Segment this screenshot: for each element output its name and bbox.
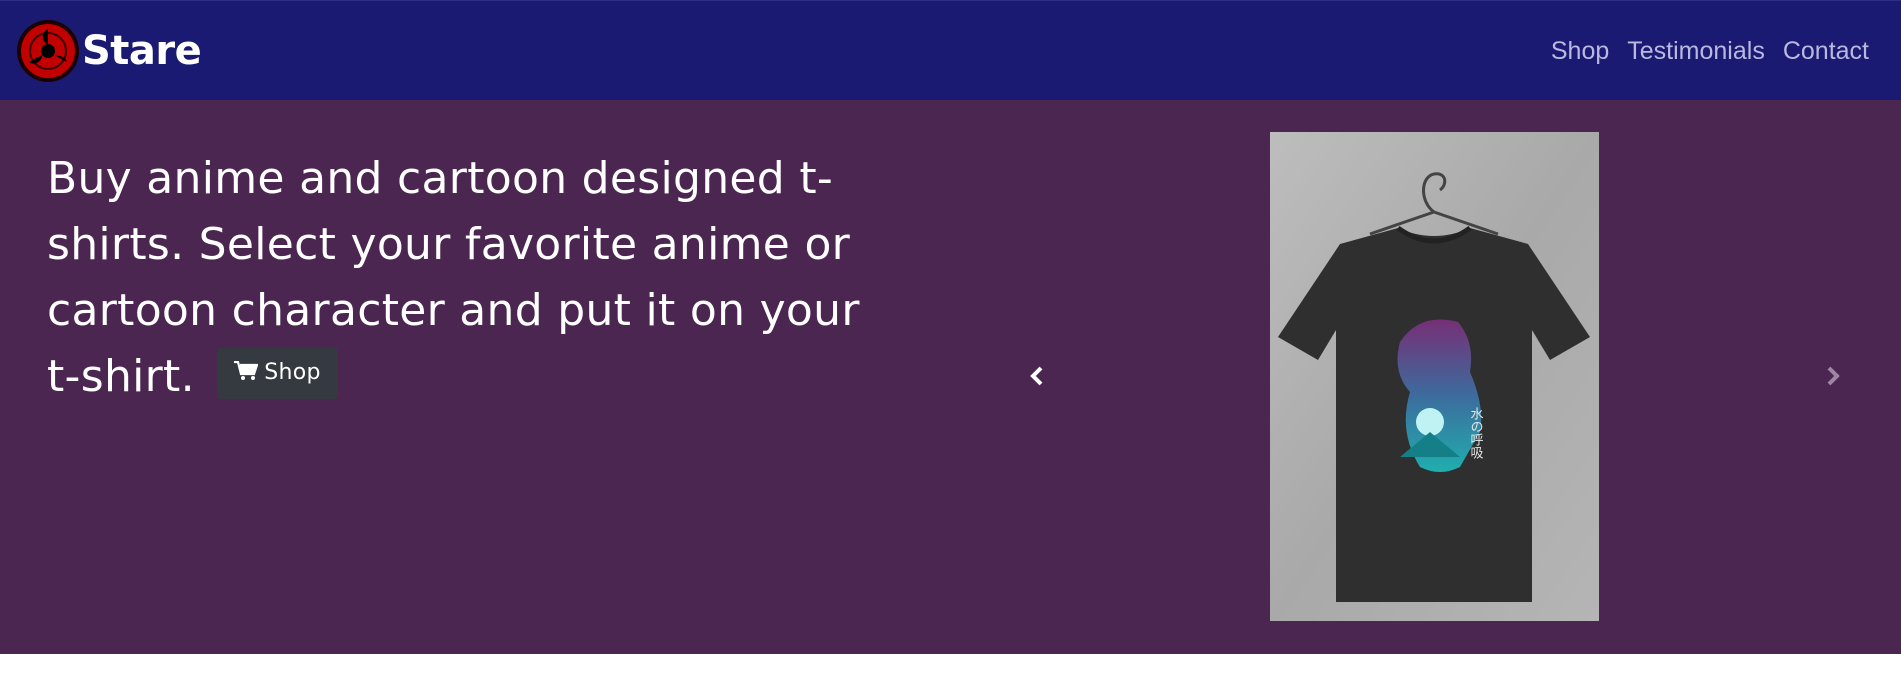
carousel-prev-button[interactable] — [1022, 358, 1052, 398]
nav-link-contact[interactable]: Contact — [1783, 37, 1869, 66]
sharingan-logo-icon — [16, 19, 80, 83]
hero-shop-button[interactable]: Shop — [217, 347, 338, 399]
nav-link-shop[interactable]: Shop — [1551, 37, 1609, 66]
hero-headline: Buy anime and cartoon designed t-shirts.… — [47, 153, 860, 402]
brand-link[interactable]: Stare — [16, 17, 202, 85]
chevron-left-icon — [1029, 365, 1045, 391]
brand-name: Stare — [82, 28, 202, 74]
shopping-cart-icon — [234, 360, 259, 386]
nav-link-testimonials[interactable]: Testimonials — [1627, 37, 1765, 66]
hero-shop-button-label: Shop — [264, 360, 321, 385]
t-shirt-product-image: 水の呼吸 — [1270, 132, 1599, 621]
hero-text: Buy anime and cartoon designed t-shirts.… — [47, 146, 877, 410]
main-nav: Shop Testimonials Contact — [1551, 1, 1869, 101]
hero-section: Buy anime and cartoon designed t-shirts.… — [0, 100, 1901, 654]
chevron-right-icon — [1825, 365, 1841, 391]
shirt-print-text: 水の呼吸 — [1468, 407, 1484, 459]
carousel-next-button[interactable] — [1818, 358, 1848, 398]
navbar: Stare Shop Testimonials Contact — [0, 0, 1901, 100]
